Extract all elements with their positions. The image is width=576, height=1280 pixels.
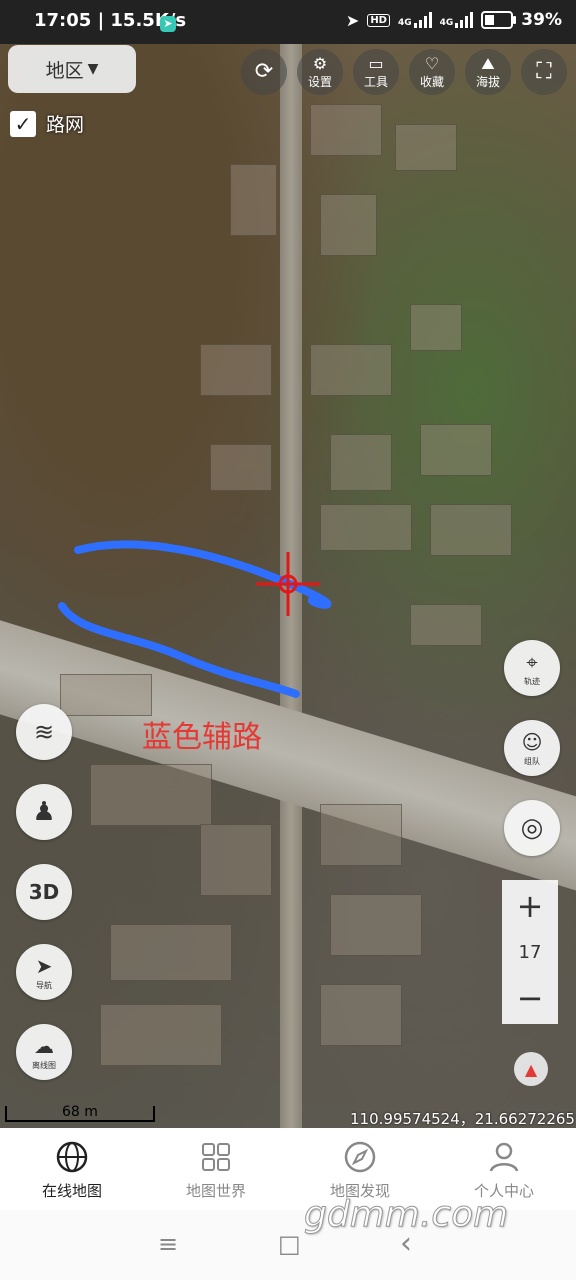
person-icon bbox=[489, 1142, 519, 1172]
signal-icon-2: 4G bbox=[440, 12, 474, 28]
fullscreen-icon: ⛶ bbox=[536, 59, 552, 84]
offline-map-label: 离线图 bbox=[32, 1060, 56, 1070]
tab-online-map-label: 在线地图 bbox=[41, 1182, 102, 1200]
caret-down-icon: ▼ bbox=[87, 61, 99, 77]
signal-icon: 4G bbox=[398, 12, 432, 28]
elevation-button[interactable]: ⛰ 海拔 bbox=[465, 49, 511, 95]
location-arrow-icon: ➤ bbox=[345, 10, 360, 30]
team-label: 组队 bbox=[524, 756, 540, 766]
status-right: ➤ HD 4G 4G 39% bbox=[346, 10, 562, 30]
scale-label: 68 m bbox=[62, 1104, 98, 1120]
tab-online-map[interactable]: 在线地图 bbox=[0, 1128, 144, 1210]
3d-label: 3D bbox=[28, 880, 60, 904]
fullscreen-button[interactable]: ⛶ bbox=[521, 49, 567, 95]
zoom-control: + 17 − bbox=[502, 880, 558, 1024]
hd-badge: HD bbox=[367, 13, 390, 27]
tools-button[interactable]: ▭ 工具 bbox=[353, 49, 399, 95]
locate-icon: ◎ bbox=[520, 813, 544, 843]
compass-discover-icon bbox=[344, 1141, 376, 1173]
compass-button[interactable]: ▲ bbox=[514, 1052, 548, 1086]
navigate-icon: ➤ bbox=[35, 953, 53, 978]
grid-icon bbox=[202, 1143, 230, 1171]
navigation-label: 导航 bbox=[36, 980, 52, 990]
home-icon[interactable]: □ bbox=[278, 1230, 301, 1258]
track-button[interactable]: ⌖ 轨迹 bbox=[504, 640, 560, 696]
team-button[interactable]: ☺ 组队 bbox=[504, 720, 560, 776]
zoom-out-button[interactable]: − bbox=[517, 972, 544, 1024]
annotation-text: 蓝色辅路 bbox=[142, 720, 262, 755]
search-button[interactable]: ⟳ bbox=[241, 49, 287, 95]
gear-icon: ⚙ bbox=[312, 53, 328, 73]
coordinates-text: 110.99574524，21.66272265 bbox=[350, 1110, 575, 1128]
battery-percent: 39% bbox=[521, 10, 562, 30]
battery-icon bbox=[481, 11, 517, 29]
layers-button[interactable]: ≋ bbox=[16, 704, 72, 760]
settings-label: 设置 bbox=[307, 74, 332, 89]
favorites-label: 收藏 bbox=[419, 74, 444, 89]
streetview-button[interactable]: ♟ bbox=[16, 784, 72, 840]
checkbox-checked-icon[interactable]: ✓ bbox=[10, 110, 36, 137]
toolbox-icon: ▭ bbox=[368, 53, 384, 73]
globe-icon bbox=[56, 1141, 88, 1173]
settings-button[interactable]: ⚙ 设置 bbox=[297, 49, 343, 95]
3d-button[interactable]: 3D bbox=[16, 864, 72, 920]
region-dropdown-button[interactable]: 地区 ▼ bbox=[8, 45, 136, 93]
tab-map-world-label: 地图世界 bbox=[185, 1182, 246, 1200]
heart-icon: ♡ bbox=[424, 53, 440, 73]
favorites-button[interactable]: ♡ 收藏 bbox=[409, 49, 455, 95]
track-icon: ⌖ bbox=[526, 649, 538, 674]
navigation-button[interactable]: ➤ 导航 bbox=[16, 944, 72, 1000]
zoom-in-button[interactable]: + bbox=[517, 880, 544, 932]
crosshair-icon bbox=[256, 552, 320, 616]
system-navigation-bar: gdmm.com ≡ □ ‹ bbox=[0, 1194, 576, 1280]
search-icon: ⟳ bbox=[254, 59, 274, 84]
status-bar: 17:05 | 15.5K/s ➤ ➤ HD 4G 4G 39% bbox=[0, 0, 576, 44]
region-label: 地区 bbox=[45, 59, 84, 82]
road-network-toggle[interactable]: ✓ 路网 bbox=[10, 110, 84, 137]
zoom-level: 17 bbox=[518, 941, 542, 963]
satellite-map[interactable]: 蓝色辅路 bbox=[0, 44, 576, 1128]
team-icon: ☺ bbox=[521, 729, 543, 754]
track-label: 轨迹 bbox=[524, 676, 540, 686]
offline-download-icon: ☁ bbox=[34, 1033, 54, 1058]
back-icon[interactable]: ‹ bbox=[400, 1226, 412, 1261]
menu-icon[interactable]: ≡ bbox=[158, 1230, 178, 1258]
tab-map-world[interactable]: 地图世界 bbox=[144, 1128, 288, 1210]
road-network-label: 路网 bbox=[46, 114, 85, 136]
offline-map-button[interactable]: ☁ 离线图 bbox=[16, 1024, 72, 1080]
locate-button[interactable]: ◎ bbox=[504, 800, 560, 856]
streetview-person-icon: ♟ bbox=[32, 797, 56, 827]
tools-label: 工具 bbox=[363, 74, 388, 89]
telegram-icon: ➤ bbox=[160, 12, 176, 32]
mountain-icon: ⛰ bbox=[481, 53, 495, 73]
layers-icon: ≋ bbox=[33, 718, 55, 746]
compass-needle-icon: ▲ bbox=[524, 1059, 538, 1079]
elevation-label: 海拔 bbox=[475, 74, 500, 89]
